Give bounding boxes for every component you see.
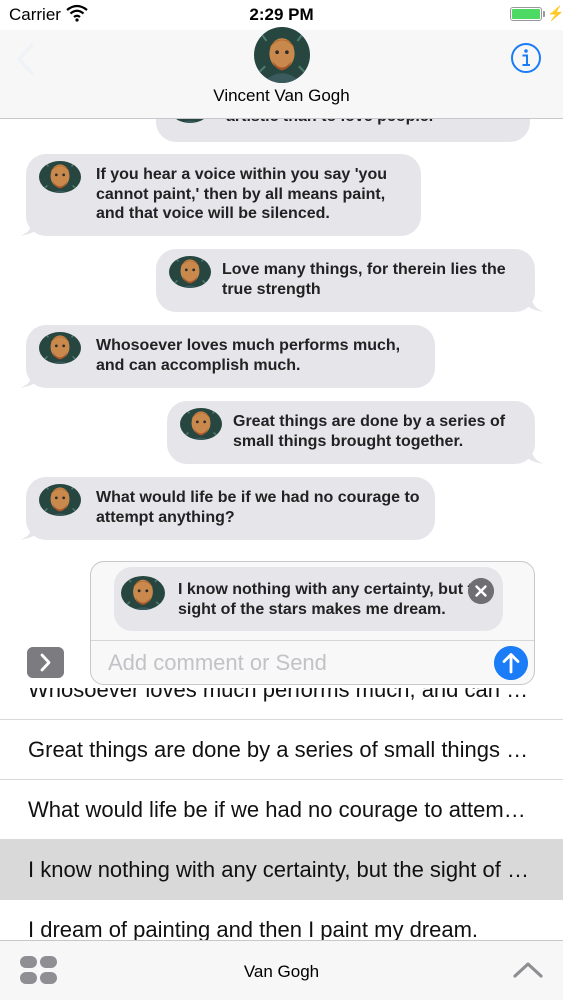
quoted-message-text: I know nothing with any certainty, but t… [178, 580, 495, 619]
message-bubble[interactable]: Whosoever loves much performs much, and … [26, 325, 435, 388]
message-bubble[interactable]: If you hear a voice within you say 'you … [26, 154, 421, 236]
list-item-text: I dream of painting and then I paint my … [28, 917, 479, 940]
list-item-text: What would life be if we had no courage … [28, 797, 532, 822]
quoted-message: I know nothing with any certainty, but t… [114, 567, 503, 631]
avatar [39, 484, 81, 516]
toolbar-title: Van Gogh [243, 962, 320, 981]
status-time: 2:29 PM [249, 5, 314, 24]
list-item[interactable]: Great things are done by a series of sma… [0, 719, 563, 779]
message-bubble[interactable]: Great things are done by a series of sma… [167, 401, 535, 464]
charging-bolt-icon: ⚡ [547, 5, 563, 21]
avatar [39, 332, 81, 364]
comment-input[interactable] [91, 640, 534, 685]
close-icon[interactable] [468, 578, 494, 604]
message-text: Great things are done by a series of sma… [233, 413, 506, 450]
contact-name[interactable]: Vincent Van Gogh [0, 86, 563, 106]
chevron-up-icon[interactable] [512, 958, 544, 980]
contact-avatar[interactable] [254, 27, 310, 83]
list-item-text: I know nothing with any certainty, but t… [28, 857, 532, 882]
list-item[interactable]: I dream of painting and then I paint my … [0, 899, 563, 940]
message-text: Love many things, for therein lies the t… [222, 261, 506, 298]
message-text: Whosoever loves much performs much, and … [96, 337, 401, 374]
expand-chevron-icon[interactable] [27, 647, 64, 678]
status-bar: Carrier 2:29 PM ⚡ [0, 0, 563, 30]
avatar [169, 256, 211, 288]
list-item-text: Whosoever loves much performs much, and … [28, 688, 532, 702]
battery-icon [510, 7, 542, 21]
message-text: What would life be if we had no courage … [96, 489, 420, 526]
list-item[interactable]: Whosoever loves much performs much, and … [0, 688, 563, 719]
list-item-selected[interactable]: I know nothing with any certainty, but t… [0, 839, 563, 899]
message-text: If you hear a voice within you say 'you … [96, 166, 387, 222]
avatar [121, 576, 165, 610]
info-icon[interactable] [510, 42, 542, 74]
message-text: artistic than to love people. [226, 118, 516, 127]
battery-cap [543, 11, 545, 17]
list-item-text: Great things are done by a series of sma… [28, 737, 532, 762]
message-bubble[interactable]: artistic than to love people. [156, 118, 530, 142]
message-bubble[interactable]: Love many things, for therein lies the t… [156, 249, 535, 312]
quote-list[interactable]: Whosoever loves much performs much, and … [0, 688, 563, 940]
send-arrow-icon[interactable] [494, 646, 528, 680]
quoted-text: I know nothing with any certainty, but t… [178, 581, 492, 618]
message-bubble[interactable]: What would life be if we had no courage … [26, 477, 435, 540]
list-item[interactable]: What would life be if we had no courage … [0, 779, 563, 839]
avatar [180, 408, 222, 440]
avatar [39, 161, 81, 193]
